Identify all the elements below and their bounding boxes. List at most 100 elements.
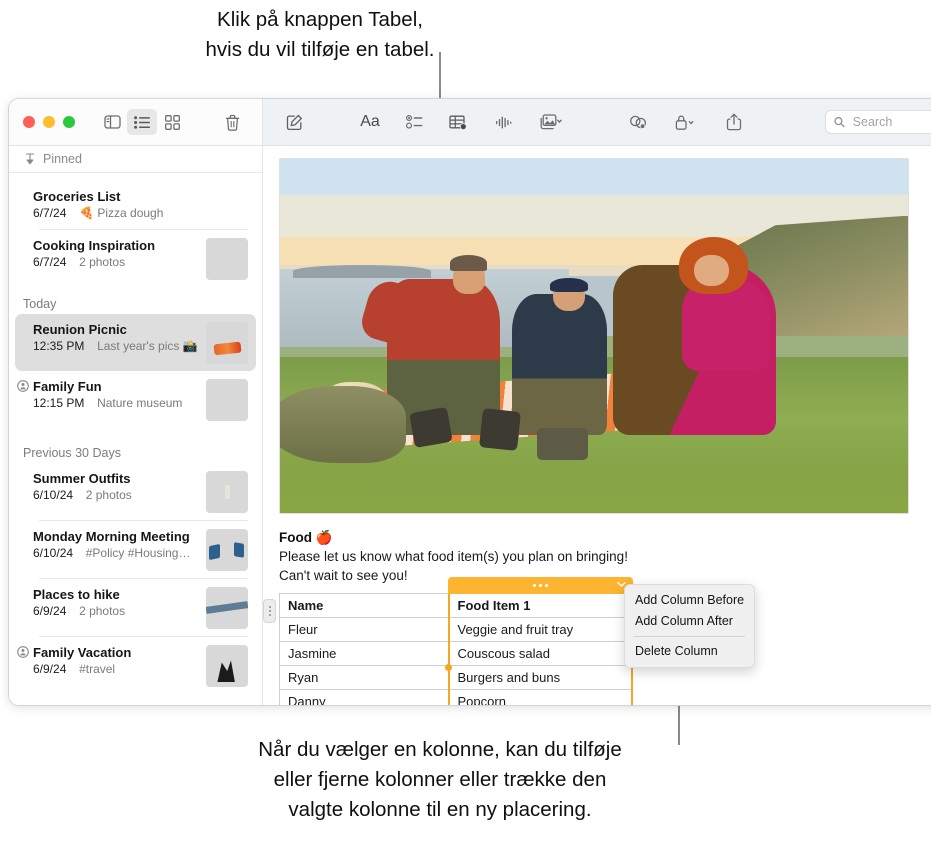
note-preview: 2 photos [86,488,132,502]
note-table[interactable]: Name Food Item 1 Fleur Veggie and fruit … [279,593,631,705]
toolbar: Aa [9,99,931,146]
table-cell[interactable]: Veggie and fruit tray [449,618,632,642]
note-list-item-reunion-picnic[interactable]: Reunion Picnic 12:35 PM Last year's pics… [15,314,256,371]
note-thumbnail [206,379,248,421]
notes-app-window: Aa [8,98,931,706]
note-list-item-monday-morning-meeting[interactable]: Monday Morning Meeting 6/10/24 #Policy #… [15,521,256,578]
callout-bottom-line1: Når du vælger en kolonne, kan du tilføje [60,735,820,765]
column-context-menu[interactable]: Add Column Before Add Column After Delet… [624,584,755,668]
note-text: Family Vacation 6/9/24 #travel [33,644,200,678]
note-list-item-summer-outfits[interactable]: Summer Outfits 6/10/24 2 photos [15,463,256,520]
note-date: 6/10/24 [33,546,73,560]
close-button[interactable] [23,116,35,128]
note-list-item-family-vacation[interactable]: Family Vacation 6/9/24 #travel [15,637,256,694]
note-preview: Last year's pics 📸 [97,339,198,353]
gallery-view-icon[interactable] [157,109,187,135]
note-list-item-cooking-inspiration[interactable]: Cooking Inspiration 6/7/24 2 photos [15,230,256,287]
share-icon[interactable] [719,109,749,135]
note-preview: 🍕 Pizza dough [79,206,163,220]
table-row[interactable]: Fleur Veggie and fruit tray [280,618,632,642]
callout-bottom: Når du vælger en kolonne, kan du tilføje… [60,735,820,825]
sidebar-toggle-icon[interactable] [97,109,127,135]
shared-note-icon [17,646,29,658]
note-subtitle: 6/10/24 #Policy #Housing… [33,545,200,562]
column-selection-bar[interactable] [448,577,633,594]
format-button[interactable]: Aa [355,109,385,135]
table-cell[interactable]: Popcorn [449,690,632,706]
table-row[interactable]: Ryan Burgers and buns [280,666,632,690]
table-header-cell-name[interactable]: Name [280,594,449,618]
lock-icon[interactable] [669,109,703,135]
search-input[interactable] [851,114,931,130]
sidebar-group-header-previous-30-days: Previous 30 Days [9,428,262,463]
checklist-icon[interactable] [399,109,429,135]
table-cell[interactable]: Burgers and buns [449,666,632,690]
callout-bottom-line2: eller fjerne kolonner eller trække den [60,765,820,795]
note-preview: #Policy #Housing… [86,546,191,560]
photo-person-3-head [694,255,729,287]
table-cell[interactable]: Fleur [280,618,449,642]
note-date: 6/9/24 [33,604,66,618]
table-row[interactable]: Jasmine Couscous salad [280,642,632,666]
table-icon[interactable] [443,109,473,135]
note-date: 12:35 PM [33,339,84,353]
compose-icon[interactable] [279,109,309,135]
photo-island [293,265,431,277]
media-icon[interactable] [533,109,569,135]
note-thumbnail [206,587,248,629]
note-list-item-places-to-hike[interactable]: Places to hike 6/9/24 2 photos [15,579,256,636]
note-subtitle: 6/7/24 🍕 Pizza dough [33,205,248,222]
note-title: Groceries List [33,188,248,205]
list-view-icon[interactable] [127,109,157,135]
audio-icon[interactable] [489,109,519,135]
note-content-area[interactable]: Food 🍎 Please let us know what food item… [263,146,931,705]
column-drag-dot[interactable] [445,664,452,671]
menu-separator [634,636,745,637]
note-body-line1: Please let us know what food item(s) you… [279,547,919,566]
photo-person-1-hair [450,255,488,271]
format-label: Aa [360,113,380,131]
note-title: Cooking Inspiration [33,237,200,254]
menu-item-add-column-before[interactable]: Add Column Before [625,590,754,611]
trash-icon[interactable] [217,109,247,135]
note-subtitle: 6/9/24 2 photos [33,603,200,620]
note-text: Family Fun 12:15 PM Nature museum [33,378,200,412]
search-field[interactable] [825,110,931,134]
window-controls [23,116,75,128]
note-subtitle: 6/10/24 2 photos [33,487,200,504]
note-list-item-groceries-list[interactable]: Groceries List 6/7/24 🍕 Pizza dough [15,181,256,229]
note-photo [279,158,909,514]
note-text: Reunion Picnic 12:35 PM Last year's pics… [33,321,200,355]
note-text: Places to hike 6/9/24 2 photos [33,586,200,620]
note-title: Places to hike [33,586,200,603]
note-title: Summer Outfits [33,470,200,487]
row-drag-handle[interactable] [263,599,276,623]
note-date: 6/7/24 [33,255,66,269]
note-thumbnail [206,238,248,280]
menu-item-add-column-after[interactable]: Add Column After [625,611,754,632]
column-grip-dots [533,584,548,587]
note-date: 6/7/24 [33,206,66,220]
note-title: Monday Morning Meeting [33,528,200,545]
link-icon[interactable] [623,109,653,135]
note-thumbnail [206,529,248,571]
table-cell[interactable]: Couscous salad [449,642,632,666]
food-table[interactable]: Name Food Item 1 Fleur Veggie and fruit … [279,593,633,705]
note-subtitle: 6/7/24 2 photos [33,254,200,271]
table-row[interactable]: Danny Popcorn [280,690,632,706]
note-text: Cooking Inspiration 6/7/24 2 photos [33,237,200,271]
photo-boot-1 [409,407,452,448]
menu-item-delete-column[interactable]: Delete Column [625,641,754,662]
minimize-button[interactable] [43,116,55,128]
table-header-cell-food-item-1[interactable]: Food Item 1 [449,594,632,618]
table-header-row[interactable]: Name Food Item 1 [280,594,632,618]
table-cell[interactable]: Jasmine [280,642,449,666]
note-list-item-family-fun[interactable]: Family Fun 12:15 PM Nature museum [15,371,256,428]
table-cell[interactable]: Ryan [280,666,449,690]
note-date: 6/10/24 [33,488,73,502]
table-cell[interactable]: Danny [280,690,449,706]
zoom-button[interactable] [63,116,75,128]
callout-top: Klik på knappen Tabel, hvis du vil tilfø… [0,5,640,65]
window-body: Pinned Groceries List 6/7/24 🍕 Pizza dou… [9,146,931,705]
photo-boot-2 [479,408,521,451]
